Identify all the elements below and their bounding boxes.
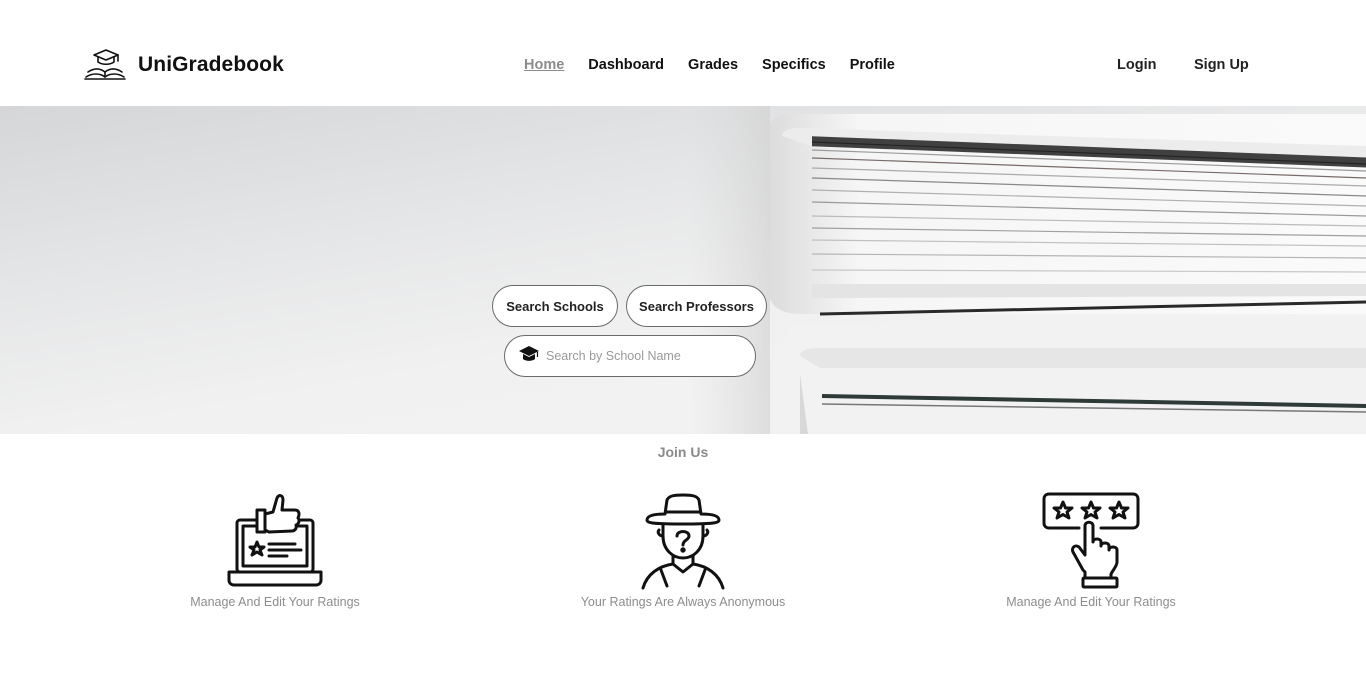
graduation-cap-icon	[518, 345, 540, 368]
feature-manage-ratings: Manage And Edit Your Ratings	[145, 492, 405, 609]
feature-star-ratings: Manage And Edit Your Ratings	[961, 492, 1221, 609]
nav-home[interactable]: Home	[524, 57, 564, 73]
hero-banner	[0, 106, 1366, 434]
search-schools-button[interactable]: Search Schools	[492, 285, 618, 327]
search-professors-button[interactable]: Search Professors	[626, 285, 767, 327]
star-rating-hand-icon	[1042, 492, 1140, 589]
laptop-thumbs-up-icon	[227, 494, 323, 587]
site-header: UniGradebook Home Dashboard Grades Speci…	[0, 0, 1366, 106]
books-background-image	[690, 106, 1366, 434]
main-nav: Home Dashboard Grades Specifics Profile	[524, 57, 895, 73]
feature-caption: Manage And Edit Your Ratings	[1006, 595, 1176, 609]
nav-profile[interactable]: Profile	[850, 57, 895, 73]
anonymous-person-icon	[641, 493, 725, 590]
school-search-field[interactable]	[504, 335, 756, 377]
nav-specifics[interactable]: Specifics	[762, 57, 826, 73]
feature-caption: Your Ratings Are Always Anonymous	[580, 595, 786, 609]
join-us-title: Join Us	[657, 444, 709, 460]
feature-caption: Manage And Edit Your Ratings	[190, 595, 360, 609]
search-input[interactable]	[546, 349, 736, 363]
feature-anonymous: Your Ratings Are Always Anonymous	[553, 492, 813, 609]
signup-link[interactable]: Sign Up	[1194, 57, 1249, 73]
nav-grades[interactable]: Grades	[688, 57, 738, 73]
nav-dashboard[interactable]: Dashboard	[588, 57, 664, 73]
logo-icon[interactable]	[84, 49, 126, 81]
brand-name[interactable]: UniGradebook	[138, 53, 284, 77]
login-link[interactable]: Login	[1117, 57, 1156, 73]
